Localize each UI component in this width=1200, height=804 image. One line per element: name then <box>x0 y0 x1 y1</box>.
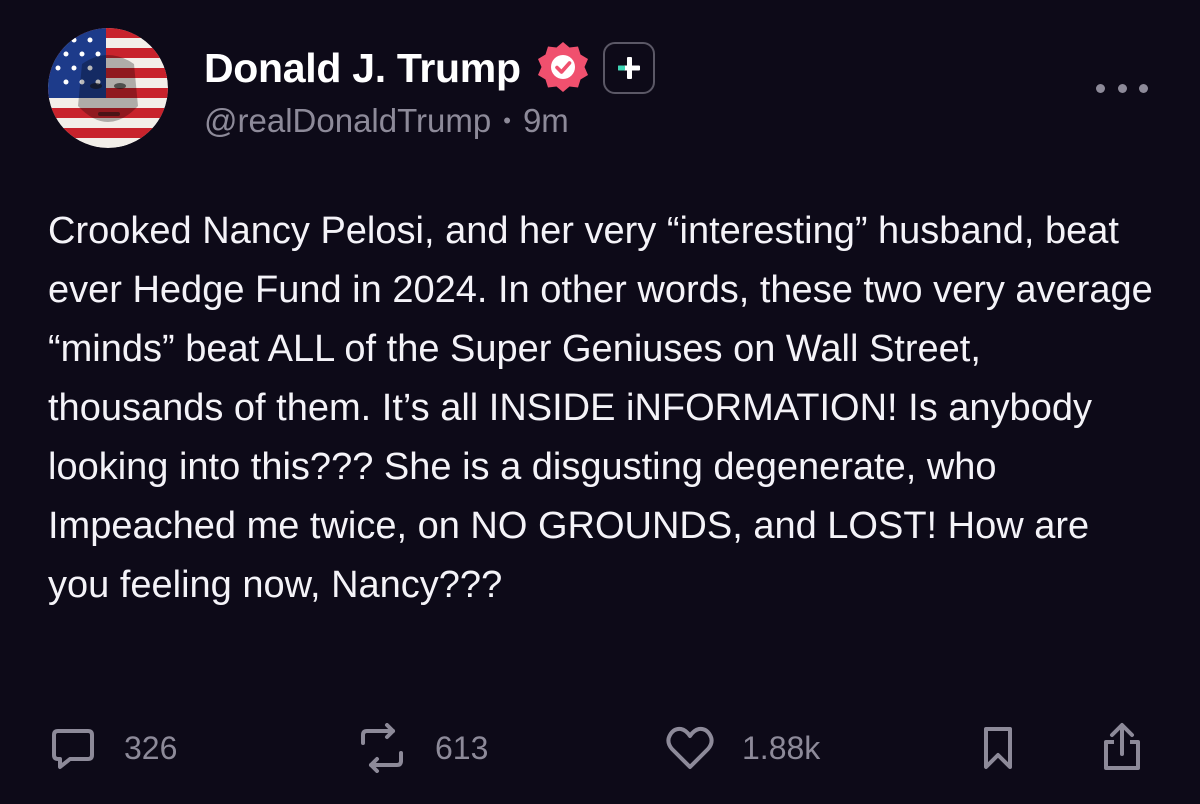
like-count: 1.88k <box>742 729 821 766</box>
bookmark-icon <box>984 727 1012 769</box>
repost-count: 613 <box>435 729 489 766</box>
comment-icon <box>52 729 94 769</box>
more-options-button[interactable] <box>1096 78 1148 98</box>
author-handle[interactable]: @realDonaldTrump <box>204 102 491 140</box>
repost-icon <box>361 723 403 773</box>
repost-button[interactable]: 613 <box>355 716 488 780</box>
more-dot <box>1139 83 1148 93</box>
author-meta: @realDonaldTrump • 9m <box>204 102 655 140</box>
share-button[interactable] <box>1096 716 1148 780</box>
avatar-image <box>48 28 168 148</box>
verified-badge-icon <box>537 42 588 92</box>
more-dot <box>1096 83 1105 93</box>
author-name-row: Donald J. Trump <box>204 42 655 94</box>
author-display-name[interactable]: Donald J. Trump <box>204 45 521 92</box>
post-card: Donald J. Trump @realDonaldTrump • 9m Cr… <box>0 0 1200 804</box>
meta-separator: • <box>503 108 511 133</box>
post-text: Crooked Nancy Pelosi, and her very “inte… <box>48 210 1153 606</box>
action-bar: 326 613 1.88k <box>0 716 1200 780</box>
heart-icon <box>666 726 714 769</box>
like-button[interactable]: 1.88k <box>664 716 820 780</box>
author-info: Donald J. Trump @realDonaldTrump • 9m <box>204 42 655 140</box>
subscribe-button[interactable] <box>602 42 655 94</box>
share-icon <box>1104 723 1140 770</box>
post-timestamp[interactable]: 9m <box>523 102 569 140</box>
bookmark-button[interactable] <box>976 716 1020 780</box>
more-dot <box>1117 83 1127 93</box>
reply-count: 326 <box>124 729 178 766</box>
plus-icon <box>617 57 640 79</box>
reply-button[interactable]: 326 <box>48 716 177 780</box>
avatar[interactable] <box>48 28 168 148</box>
